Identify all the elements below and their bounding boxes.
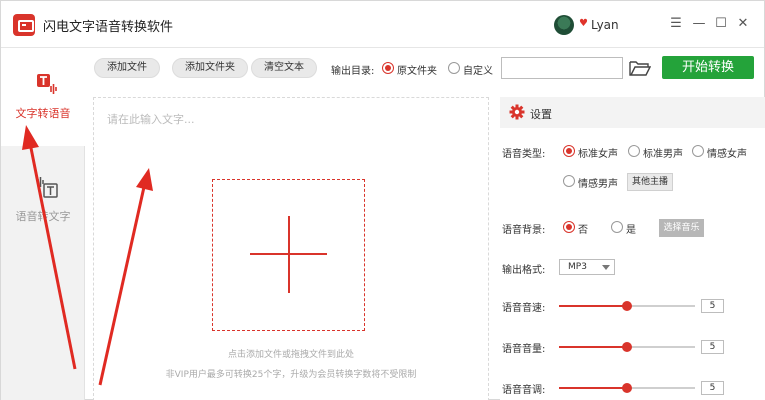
speed-slider-fill <box>559 305 627 307</box>
add-folder-button[interactable]: 添加文件夹 <box>172 58 248 78</box>
speed-slider[interactable] <box>559 301 695 311</box>
voice-emotional-male-radio[interactable] <box>563 175 575 187</box>
pitch-slider-fill <box>559 387 627 389</box>
format-select[interactable]: MP3 <box>559 259 615 275</box>
close-button[interactable]: ✕ <box>733 14 753 34</box>
voice-emotional-female-label: 情感女声 <box>707 149 747 160</box>
pitch-label: 语音音调: <box>502 385 546 396</box>
output-custom-radio[interactable] <box>448 62 460 74</box>
folder-open-icon[interactable] <box>629 59 651 77</box>
output-original-label: 原文件夹 <box>397 66 437 77</box>
voice-bg-label: 语音背景: <box>502 225 546 236</box>
vip-limit-text: 非VIP用户最多可转换25个字，升级为会员转换字数将不受限制 <box>165 370 417 380</box>
pitch-slider[interactable] <box>559 383 695 393</box>
gear-icon <box>509 104 525 120</box>
menu-icon[interactable]: ☰ <box>666 14 686 34</box>
voice-standard-female-label: 标准女声 <box>578 149 618 160</box>
output-custom-label: 自定义 <box>463 66 493 77</box>
volume-slider[interactable] <box>559 342 695 352</box>
sidebar-item-label: 语音转文字 <box>15 210 71 223</box>
speed-label: 语音音速: <box>502 303 546 314</box>
text-placeholder: 请在此输入文字... <box>107 113 195 126</box>
sidebar-item-label: 文字转语音 <box>15 107 71 120</box>
text-to-speech-icon <box>37 74 57 94</box>
output-path-input[interactable] <box>501 57 623 79</box>
user-name[interactable]: Lyan <box>591 18 619 32</box>
title-bar: 闪电文字语音转换软件 ♥ Lyan ☰ — ☐ ✕ <box>1 1 764 48</box>
pitch-slider-handle[interactable] <box>622 383 632 393</box>
sidebar-item-speech-to-text[interactable]: 语音转文字 <box>1 146 85 244</box>
drop-hint-text: 点击添加文件或拖拽文件到此处 <box>227 350 354 360</box>
app-title: 闪电文字语音转换软件 <box>43 20 174 35</box>
choose-music-button[interactable]: 选择音乐 <box>659 219 704 237</box>
minimize-button[interactable]: — <box>689 14 709 34</box>
bg-no-label: 否 <box>578 225 588 236</box>
bg-no-radio[interactable] <box>563 221 575 233</box>
clear-text-button[interactable]: 清空文本 <box>251 58 317 78</box>
settings-title: 设置 <box>530 108 552 121</box>
volume-slider-fill <box>559 346 627 348</box>
add-file-button[interactable]: 添加文件 <box>94 58 160 78</box>
format-value: MP3 <box>568 262 587 272</box>
voice-standard-male-radio[interactable] <box>628 145 640 157</box>
voice-type-label: 语音类型: <box>502 149 546 160</box>
output-original-radio[interactable] <box>382 62 394 74</box>
app-window: 闪电文字语音转换软件 ♥ Lyan ☰ — ☐ ✕ 文字转语音 语音转文字 添加… <box>0 0 765 400</box>
bg-yes-radio[interactable] <box>611 221 623 233</box>
volume-slider-handle[interactable] <box>622 342 632 352</box>
sidebar: 文字转语音 语音转文字 <box>1 48 85 400</box>
speed-slider-handle[interactable] <box>622 301 632 311</box>
pitch-value[interactable]: 5 <box>701 381 724 395</box>
voice-standard-female-radio[interactable] <box>563 145 575 157</box>
volume-value[interactable]: 5 <box>701 340 724 354</box>
maximize-button[interactable]: ☐ <box>711 14 731 34</box>
format-label: 输出格式: <box>502 265 546 276</box>
voice-emotional-male-label: 情感男声 <box>578 179 618 190</box>
volume-label: 语音音量: <box>502 344 546 355</box>
app-logo-icon <box>13 14 35 36</box>
user-avatar[interactable] <box>554 15 574 35</box>
bg-yes-label: 是 <box>626 225 636 236</box>
chevron-down-icon <box>602 265 610 270</box>
output-dir-label: 输出目录: <box>331 66 375 77</box>
other-anchor-button[interactable]: 其他主播 <box>627 173 673 191</box>
speed-value[interactable]: 5 <box>701 299 724 313</box>
voice-emotional-female-radio[interactable] <box>692 145 704 157</box>
vip-heart-icon: ♥ <box>579 18 588 29</box>
sidebar-item-text-to-speech[interactable]: 文字转语音 <box>1 48 85 146</box>
start-convert-button[interactable]: 开始转换 <box>662 56 754 79</box>
add-plus-icon-vertical[interactable] <box>288 216 290 293</box>
speech-to-text-icon <box>37 177 58 198</box>
voice-standard-male-label: 标准男声 <box>643 149 683 160</box>
